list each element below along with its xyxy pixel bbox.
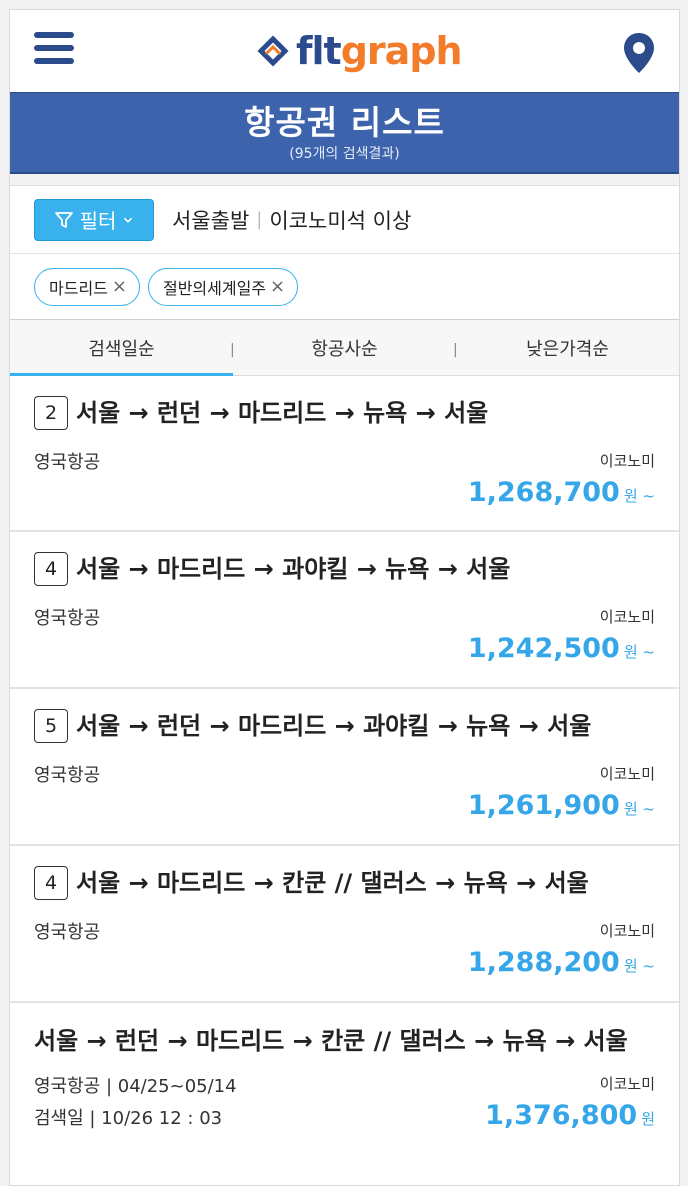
filter-button[interactable]: 필터 [34,198,154,241]
active-filter-chips: 마드리드 × 절반의세계일주 × [10,254,679,320]
route: 4 서울 → 마드리드 → 과야킬 → 뉴욕 → 서울 [34,552,655,586]
chip-madrid[interactable]: 마드리드 × [34,267,140,306]
airline-name: 영국항공 [34,452,101,473]
chip-half-world-trip[interactable]: 절반의세계일주 × [147,267,299,306]
route-text: 서울 → 런던 → 마드리드 → 뉴욕 → 서울 [76,399,489,427]
close-icon[interactable]: × [270,277,285,296]
filter-divider: | [256,209,263,230]
logo-text-flt: flt [296,29,342,73]
price: 1,242,500 [467,633,620,664]
result-card[interactable]: 5 서울 → 런던 → 마드리드 → 과야킬 → 뉴욕 → 서울 영국항공 이코… [10,689,679,846]
result-card[interactable]: 서울 → 런던 → 마드리드 → 칸쿤 // 댈러스 → 뉴욕 → 서울 영국항… [10,1003,679,1185]
fltgraph-logo[interactable]: fltgraph [256,26,463,76]
cabin-filter: 이코노미석 이상 [269,208,412,233]
filter-bar: 필터 서울출발 | 이코노미석 이상 [10,186,679,254]
airline-name: 영국항공 [34,608,101,629]
result-card[interactable]: 4 서울 → 마드리드 → 과야킬 → 뉴욕 → 서울 영국항공 이코노미 1,… [10,532,679,689]
tab-lowest-price[interactable]: 낮은가격순 [456,320,679,375]
cabin-class: 이코노미 [599,922,655,940]
result-card[interactable]: 4 서울 → 마드리드 → 칸쿤 // 댈러스 → 뉴욕 → 서울 영국항공 이… [10,846,679,1003]
price-unit: 원 [641,1110,655,1128]
cabin-class: 이코노미 [599,608,655,626]
result-count: (95개의 검색결과) [289,146,400,162]
result-card[interactable]: 2 서울 → 런던 → 마드리드 → 뉴욕 → 서울 영국항공 이코노미 1,2… [10,376,679,532]
price-unit: 원 ~ [623,487,655,505]
route-text: 서울 → 런던 → 마드리드 → 칸쿤 // 댈러스 → 뉴욕 → 서울 [34,1027,628,1055]
chip-label: 절반의세계일주 [162,278,267,298]
cabin-class: 이코노미 [599,1075,655,1093]
cabin-class: 이코노미 [599,765,655,783]
page-header: 항공권 리스트 (95개의 검색결과) [10,92,679,174]
hamburger-menu-icon[interactable] [34,32,74,68]
price: 1,288,200 [467,947,620,978]
filter-button-label: 필터 [79,209,117,233]
tab-divider: | [453,342,458,358]
stop-count-badge: 5 [34,709,68,743]
funnel-icon [54,211,73,228]
price-unit: 원 ~ [623,800,655,818]
cabin-class: 이코노미 [599,452,655,470]
route-text: 서울 → 런던 → 마드리드 → 과야킬 → 뉴욕 → 서울 [76,712,592,740]
top-bar: fltgraph [10,10,679,92]
price: 1,376,800 [485,1100,638,1131]
route-text: 서울 → 마드리드 → 과야킬 → 뉴욕 → 서울 [76,555,511,583]
route-text: 서울 → 마드리드 → 칸쿤 // 댈러스 → 뉴욕 → 서울 [76,869,589,897]
page-title: 항공권 리스트 [244,103,445,142]
chip-label: 마드리드 [49,278,108,298]
sort-tabs: 검색일순 항공사순 낮은가격순 | | [10,320,679,376]
airline-name: 영국항공 [34,765,101,786]
airline-name: 영국항공 [34,922,101,943]
stop-count-badge: 2 [34,396,68,430]
tab-divider: | [230,342,235,358]
stop-count-badge: 4 [34,552,68,586]
app-frame: fltgraph 항공권 리스트 (95개의 검색결과) 필터 서울출발 | 이… [9,9,680,1186]
price-unit: 원 ~ [623,643,655,661]
price: 1,268,700 [467,477,620,508]
route: 4 서울 → 마드리드 → 칸쿤 // 댈러스 → 뉴욕 → 서울 [34,866,655,900]
tab-search-date[interactable]: 검색일순 [10,320,233,376]
route: 2 서울 → 런던 → 마드리드 → 뉴욕 → 서울 [34,396,655,430]
stop-count-badge: 4 [34,866,68,900]
close-icon[interactable]: × [112,277,127,296]
price-unit: 원 ~ [623,957,655,975]
route: 5 서울 → 런던 → 마드리드 → 과야킬 → 뉴욕 → 서울 [34,709,655,743]
chevron-down-icon [124,217,133,223]
logo-diamond-icon [257,35,289,67]
tab-airline[interactable]: 항공사순 [233,320,456,375]
search-date: 검색일 | 10/26 12 : 03 [34,1108,223,1129]
airline-and-dates: 영국항공 | 04/25~05/14 [34,1076,237,1097]
logo-text-graph: graph [340,29,463,73]
section-gap [10,174,679,186]
price: 1,261,900 [467,790,620,821]
departure-filter: 서울출발 [172,208,250,233]
location-pin-icon[interactable] [622,32,656,74]
filter-summary: 서울출발 | 이코노미석 이상 [172,205,411,235]
